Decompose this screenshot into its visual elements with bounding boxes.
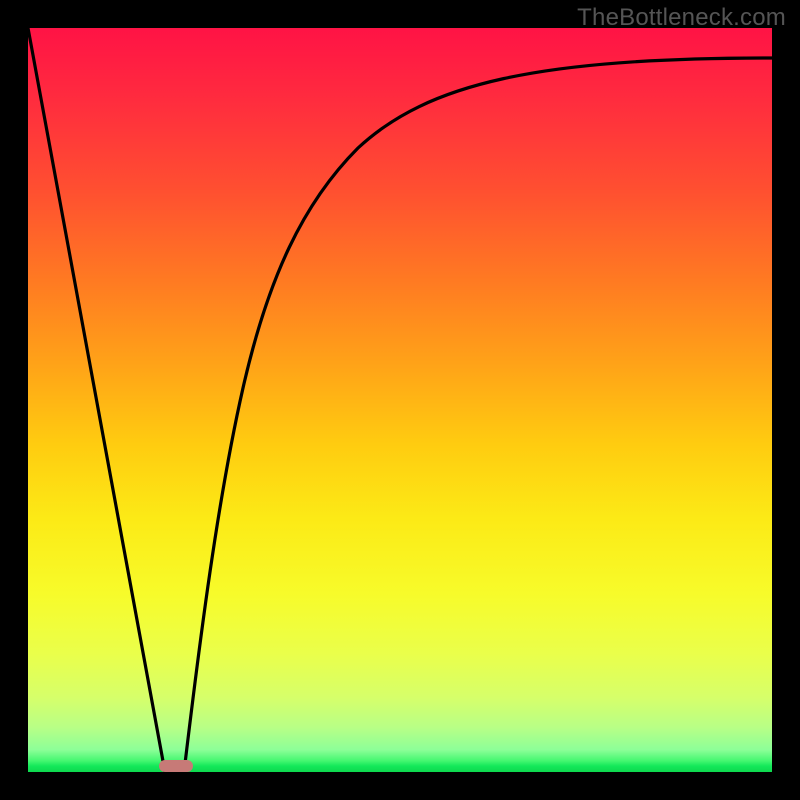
- curve-right-leg: [184, 58, 772, 772]
- curve-left-leg: [28, 28, 165, 772]
- plot-area: [28, 28, 772, 772]
- curve-layer: [28, 28, 772, 772]
- vertex-marker: [159, 760, 193, 772]
- chart-frame: TheBottleneck.com: [0, 0, 800, 800]
